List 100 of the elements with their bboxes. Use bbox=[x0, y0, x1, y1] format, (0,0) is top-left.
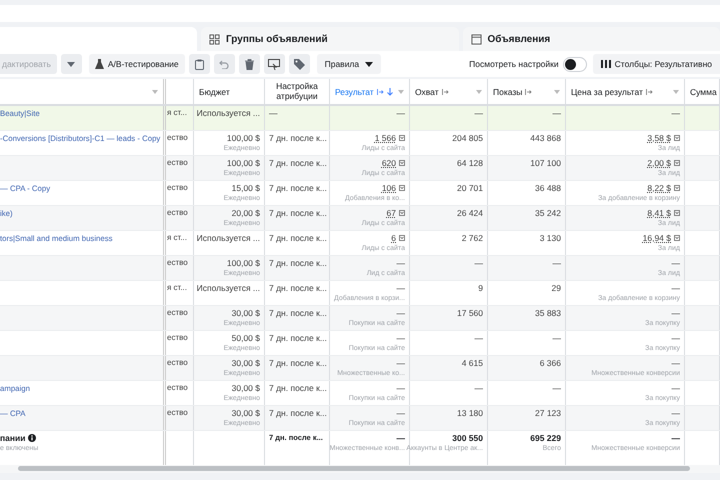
impressions-value: 107 100 bbox=[530, 158, 561, 168]
budget-value: 30,00 $ bbox=[232, 408, 260, 418]
grid-icon bbox=[209, 34, 220, 44]
window-icon bbox=[470, 34, 482, 44]
flag-icon bbox=[399, 160, 405, 166]
dropdown-button[interactable] bbox=[60, 54, 82, 74]
result-value: 67 bbox=[386, 208, 396, 218]
budget-value: 20,00 $ bbox=[232, 208, 260, 218]
column-header[interactable]: Настройка атрибуции bbox=[265, 79, 330, 104]
attribution-setting: 7 дн. после к... bbox=[269, 183, 325, 193]
view-settings-toggle[interactable] bbox=[562, 56, 587, 72]
columns-button[interactable]: Столбцы: Результативно bbox=[592, 54, 720, 74]
result-value: — bbox=[396, 108, 405, 118]
scrollbar[interactable] bbox=[18, 466, 690, 471]
delivery-status: ество bbox=[167, 183, 189, 192]
reach-value: 2 762 bbox=[462, 233, 483, 243]
budget-value: 50,00 $ bbox=[232, 333, 260, 343]
impressions-value: 35 883 bbox=[535, 308, 561, 318]
reach-value: 4 615 bbox=[462, 358, 483, 368]
flag-icon bbox=[674, 210, 680, 216]
reach-value: 300 550 bbox=[452, 433, 483, 443]
result-value: 620 bbox=[382, 158, 396, 168]
reach-value: — bbox=[474, 333, 483, 343]
column-header[interactable]: Сумма bbox=[685, 79, 720, 104]
attribution-setting: 7 дн. после к... bbox=[269, 283, 325, 293]
flag-icon bbox=[399, 185, 405, 191]
cost-value: — bbox=[672, 433, 680, 443]
cost-value: — bbox=[672, 358, 680, 368]
attribution-setting: 7 дн. после к... bbox=[269, 383, 325, 393]
column-header[interactable]: Цена за результат bbox=[566, 79, 685, 104]
result-value: 106 bbox=[382, 183, 396, 193]
column-expand-icon bbox=[525, 88, 532, 94]
budget-value: 100,00 $ bbox=[226, 258, 260, 268]
delete-button[interactable] bbox=[238, 54, 260, 74]
column-expand-icon bbox=[376, 88, 384, 94]
duplicate-button[interactable] bbox=[188, 54, 210, 74]
column-expand-icon bbox=[442, 88, 449, 94]
impressions-value: 29 bbox=[552, 283, 561, 293]
cost-value: — bbox=[672, 408, 680, 418]
trash-icon bbox=[244, 58, 254, 70]
delivery-status: ество bbox=[167, 133, 189, 142]
impressions-value: — bbox=[552, 333, 561, 343]
delivery-status: ество bbox=[167, 308, 189, 317]
columns-icon bbox=[600, 60, 611, 68]
info-icon[interactable] bbox=[28, 434, 36, 442]
delivery-status: ество bbox=[167, 408, 189, 417]
result-value: — bbox=[396, 408, 405, 418]
ab-test-button[interactable]: A/B-тестирование bbox=[88, 54, 185, 74]
flag-icon bbox=[674, 185, 680, 191]
flag-icon bbox=[674, 135, 680, 141]
result-value: — bbox=[396, 383, 405, 393]
column-header[interactable]: Бюджет bbox=[194, 79, 265, 104]
rules-button[interactable]: Правила bbox=[316, 54, 382, 74]
total-label: пании bbox=[0, 433, 26, 443]
attribution-setting: 7 дн. после к... bbox=[269, 208, 325, 218]
flag-icon bbox=[399, 135, 405, 141]
column-header[interactable]: Показы bbox=[488, 79, 566, 104]
reach-value: 9 bbox=[478, 283, 483, 293]
result-value: — bbox=[396, 258, 405, 268]
reach-value: — bbox=[474, 258, 483, 268]
budget-value: 30,00 $ bbox=[232, 383, 260, 393]
reach-value: 17 560 bbox=[457, 308, 483, 318]
impressions-value: — bbox=[552, 258, 561, 268]
flag-icon bbox=[399, 210, 405, 216]
result-value: — bbox=[396, 308, 405, 318]
tab[interactable]: Группы объявлений bbox=[201, 27, 458, 51]
cost-value: — bbox=[672, 108, 680, 118]
caret-icon bbox=[476, 90, 482, 94]
preview-button[interactable] bbox=[264, 54, 285, 74]
caret-icon bbox=[152, 90, 158, 94]
column-header[interactable]: Охват bbox=[410, 79, 488, 104]
reach-value: 64 128 bbox=[457, 158, 483, 168]
cost-value: 8,41 $ bbox=[647, 208, 671, 218]
result-value: 6 bbox=[391, 233, 396, 243]
delivery-status: я ст... bbox=[167, 283, 188, 292]
attribution-setting: 7 дн. после к... bbox=[269, 233, 325, 243]
attribution-setting: 7 дн. после к... bbox=[269, 258, 325, 268]
reach-value: 204 805 bbox=[452, 133, 483, 143]
budget-value: 15,00 $ bbox=[232, 183, 260, 193]
delivery-status: ество bbox=[167, 208, 189, 217]
attribution-setting: 7 дн. после к... bbox=[269, 133, 325, 143]
attribution-setting: 7 дн. после к... bbox=[269, 333, 325, 343]
column-header[interactable]: Результат bbox=[330, 79, 410, 104]
sort-down-icon bbox=[386, 88, 393, 96]
budget-value: 100,00 $ bbox=[226, 133, 260, 143]
tags-button[interactable] bbox=[288, 54, 310, 74]
tab[interactable]: Объявления bbox=[462, 27, 720, 51]
cost-value: 16,94 $ bbox=[642, 233, 671, 243]
result-value: — bbox=[396, 358, 405, 368]
attribution-setting: 7 дн. после к... bbox=[269, 408, 325, 418]
cost-value: — bbox=[672, 308, 680, 318]
delivery-status: ество bbox=[167, 158, 189, 167]
flag-icon bbox=[674, 160, 680, 166]
result-value: — bbox=[396, 433, 405, 443]
cost-value: 2,00 $ bbox=[647, 158, 671, 168]
caret-icon bbox=[554, 90, 560, 94]
reach-value: — bbox=[474, 108, 483, 118]
undo-icon bbox=[219, 60, 230, 68]
cost-value: — bbox=[672, 333, 680, 343]
budget-value: Используется ... bbox=[196, 108, 260, 118]
